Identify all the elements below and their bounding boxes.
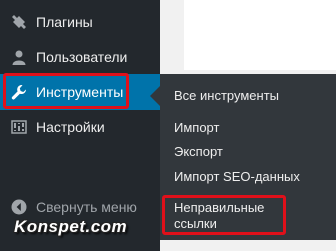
submenu-item-seo-import[interactable]: Импорт SEO-данных xyxy=(174,169,300,185)
sidebar-item-plugins[interactable]: Плагины xyxy=(0,5,160,39)
submenu-pointer xyxy=(150,86,160,106)
collapse-menu-label: Свернуть меню xyxy=(36,199,137,215)
submenu-item-export[interactable]: Экспорт xyxy=(174,144,223,160)
plugin-icon xyxy=(11,14,27,30)
tools-highlight-frame xyxy=(3,73,129,109)
admin-sidebar: Плагины Пользователи Инструменты Настрой… xyxy=(0,0,160,251)
sidebar-item-label: Пользователи xyxy=(36,49,128,65)
settings-icon xyxy=(11,119,27,135)
sidebar-item-label: Настройки xyxy=(36,119,105,135)
sidebar-item-users[interactable]: Пользователи xyxy=(0,40,160,74)
broken-links-highlight-frame xyxy=(162,195,286,235)
submenu-item-all-tools[interactable]: Все инструменты xyxy=(174,88,279,104)
sidebar-item-settings[interactable]: Настройки xyxy=(0,110,160,144)
collapse-arrow-icon xyxy=(11,199,27,215)
users-icon xyxy=(11,49,27,65)
watermark: Konspet.com xyxy=(14,217,128,236)
submenu-item-import[interactable]: Импорт xyxy=(174,120,219,136)
content-panel xyxy=(184,0,336,70)
sidebar-item-label: Плагины xyxy=(36,14,93,30)
